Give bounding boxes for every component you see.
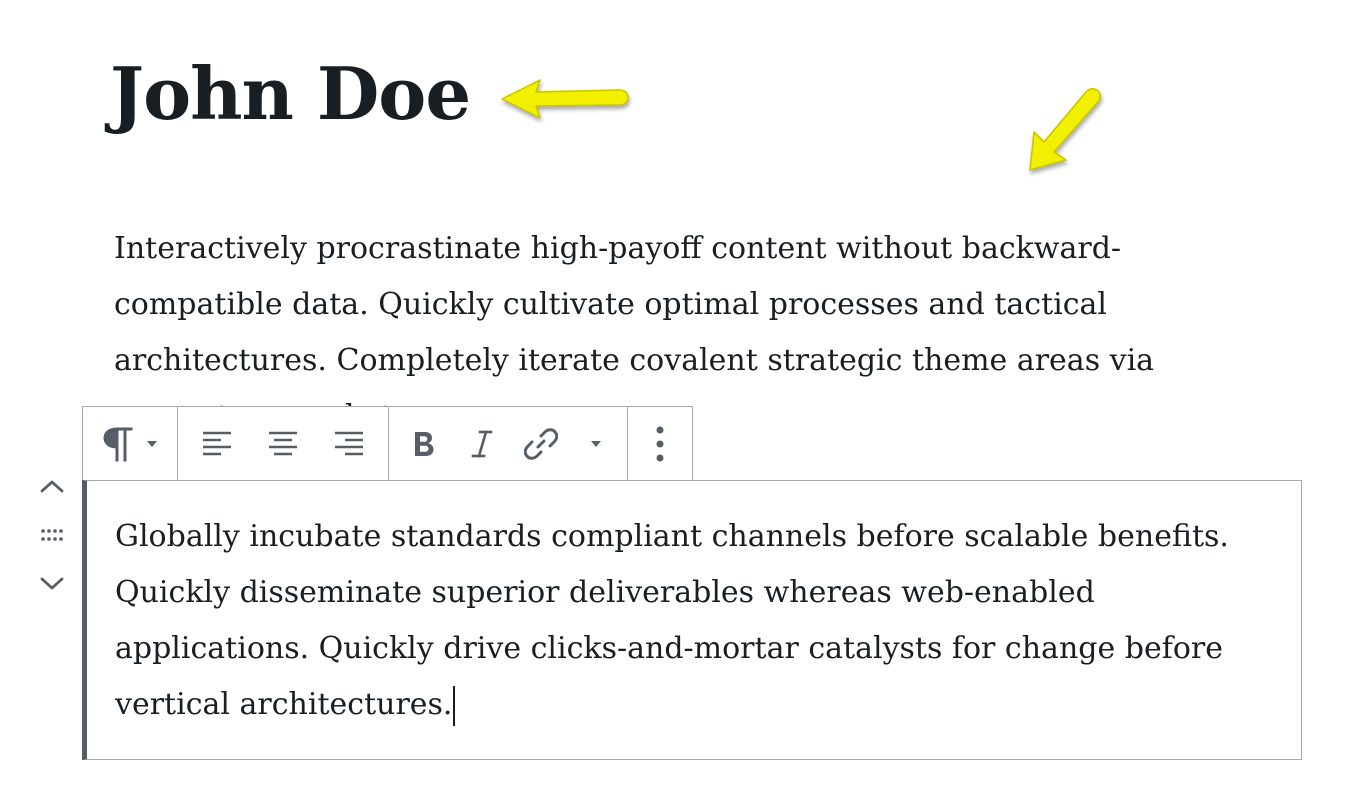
editor-canvas: John Doe Interactively procrastinate hig… [0, 0, 1350, 790]
alignment-group [178, 407, 389, 480]
paragraph-icon [103, 426, 133, 461]
paragraph-line: compatible data. Quickly cultivate optim… [114, 287, 1108, 322]
block-toolbar [82, 406, 693, 480]
more-rich-text-controls-button[interactable] [584, 420, 608, 468]
paragraph-line: applications. Quickly drive clicks-and-m… [115, 631, 1223, 666]
paragraph-line: architectures. Completely iterate covale… [114, 343, 1155, 378]
move-down-icon [40, 577, 64, 590]
text-cursor [453, 686, 456, 726]
align-left-button[interactable] [197, 420, 237, 468]
block-switcher-group [83, 407, 178, 480]
formatting-group [389, 407, 628, 480]
move-up-button[interactable] [36, 472, 68, 500]
drag-handle[interactable] [36, 524, 68, 546]
italic-icon [471, 429, 493, 458]
annotation-arrow-left-icon [501, 79, 629, 119]
more-options-button[interactable] [645, 420, 675, 468]
paragraph-line: Globally incubate standards compliant ch… [115, 519, 1229, 554]
align-right-button[interactable] [329, 420, 369, 468]
link-button[interactable] [524, 420, 558, 468]
paragraph-line: vertical architectures. [115, 677, 1229, 733]
move-down-button[interactable] [36, 570, 68, 598]
more-options-icon [656, 426, 664, 461]
drag-handle-icon [41, 529, 63, 541]
paragraph-line-text: vertical architectures. [115, 687, 453, 722]
annotation-arrow-diagonal-icon [1029, 88, 1101, 171]
bold-icon [415, 431, 434, 456]
more-formatting-caret-icon [591, 440, 601, 447]
paragraph-block[interactable]: Interactively procrastinate high-payoff … [114, 221, 1224, 411]
paragraph-editable[interactable]: Globally incubate standards compliant ch… [115, 509, 1229, 733]
selected-paragraph-block[interactable]: Globally incubate standards compliant ch… [82, 480, 1302, 760]
block-type-switcher-button[interactable] [99, 420, 163, 468]
align-center-button[interactable] [263, 420, 303, 468]
paragraph-line: Interactively procrastinate high-payoff … [114, 231, 1122, 266]
post-title[interactable]: John Doe [110, 44, 471, 144]
bold-button[interactable] [408, 420, 440, 468]
italic-button[interactable] [466, 420, 498, 468]
align-center-icon [269, 431, 297, 455]
paragraph-line: Quickly disseminate superior deliverable… [115, 575, 1095, 610]
link-icon [524, 427, 558, 460]
align-right-icon [335, 431, 363, 455]
options-group [628, 407, 692, 480]
move-up-icon [40, 480, 64, 493]
align-left-icon [203, 431, 231, 455]
dropdown-caret-icon [147, 440, 157, 447]
